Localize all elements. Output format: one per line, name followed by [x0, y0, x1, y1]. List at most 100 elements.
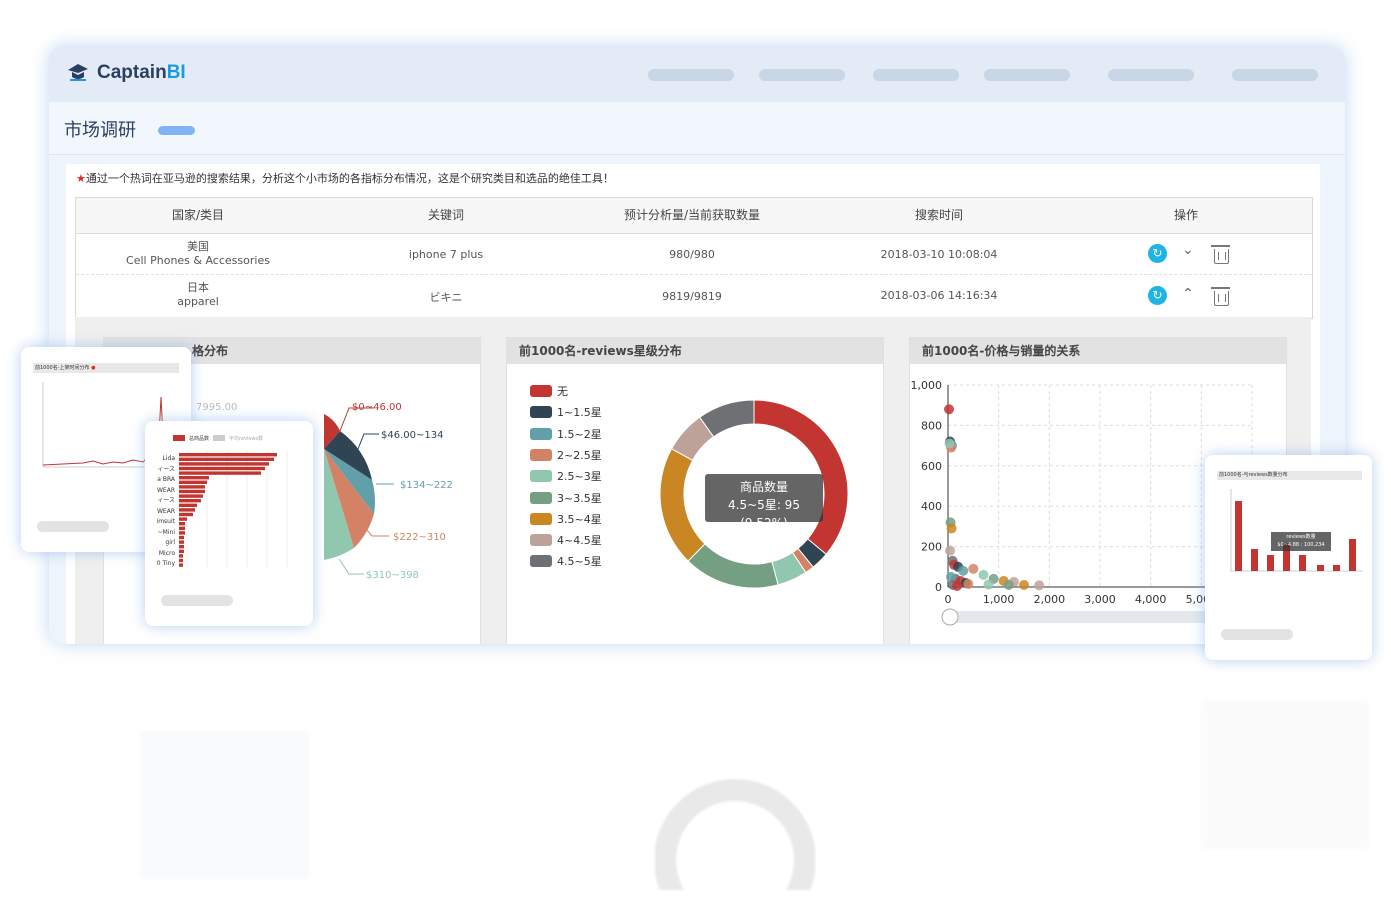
scatter-point[interactable] [1034, 580, 1045, 591]
bar[interactable] [179, 558, 183, 563]
keyword-bar-chart [179, 451, 288, 567]
legend-item[interactable]: 4~4.5星 [530, 532, 602, 548]
logo[interactable]: CaptainBI [65, 60, 186, 86]
legend-item[interactable]: 3~3.5星 [530, 490, 602, 506]
legend-item[interactable]: 2~2.5星 [530, 447, 602, 463]
legend-item[interactable]: 3.5~4星 [530, 511, 602, 527]
bar-label: WEAR [157, 486, 175, 494]
bar[interactable] [179, 549, 184, 553]
top-nav-bar: CaptainBI [49, 46, 1345, 102]
bar[interactable] [179, 535, 184, 540]
chart-legend: 总商品数 平均reviews数 [173, 435, 263, 442]
legend-item[interactable]: 无 [530, 383, 568, 399]
bar[interactable] [179, 503, 197, 507]
scatter-point[interactable] [978, 569, 989, 580]
scatter-point[interactable] [952, 580, 963, 591]
donut-slice[interactable] [687, 543, 779, 589]
refresh-icon[interactable]: ↻ [1148, 286, 1167, 305]
chevron-down-icon[interactable]: ⌄ [1182, 242, 1194, 258]
scatter-point[interactable] [945, 545, 956, 556]
bar[interactable] [179, 563, 183, 567]
bar[interactable] [179, 480, 207, 484]
card-placeholder [37, 521, 109, 532]
pie-label: $134~222 [400, 480, 453, 491]
panel-title: 前1000名-价格与销量的关系 [910, 338, 1286, 364]
bar[interactable] [179, 512, 193, 517]
column-header-keyword: 关键词 [427, 208, 464, 222]
bar[interactable] [179, 545, 184, 549]
title-badge [158, 126, 195, 135]
bar[interactable] [179, 499, 201, 503]
scatter-point[interactable] [1003, 579, 1014, 590]
x-tick-label: 0 [945, 593, 952, 606]
donut-slice[interactable] [659, 448, 706, 562]
nav-item[interactable] [759, 69, 845, 81]
column-header-count: 预计分析量/当前获取数量 [623, 208, 761, 222]
bar[interactable] [179, 526, 185, 530]
keyword-bar-card[interactable]: 总商品数 平均reviews数 Lida ィース a BRA WEAR ィース WEAR i… [145, 421, 313, 626]
y-tick-label: 0 [935, 581, 942, 594]
refresh-icon[interactable]: ↻ [1148, 244, 1167, 263]
nav-item[interactable] [1108, 69, 1194, 81]
y-tick-label: 1,000 [911, 379, 943, 392]
bar[interactable] [179, 522, 185, 526]
keyword-cell: ビキニ [429, 291, 463, 304]
nav-item[interactable] [648, 69, 734, 81]
bar[interactable] [179, 471, 261, 475]
chart-tooltip: reviews数量 $0~4.88 : 100,234 [1271, 532, 1331, 551]
bar-label: WEAR [157, 507, 175, 515]
x-tick-label: 2,000 [1034, 593, 1066, 606]
scatter-point[interactable] [944, 404, 955, 415]
scatter-point[interactable] [1019, 579, 1029, 590]
scatter-point[interactable] [958, 565, 969, 576]
bar[interactable] [179, 453, 277, 457]
bar[interactable] [179, 540, 184, 544]
bar[interactable] [179, 476, 209, 480]
slider-handle[interactable] [941, 608, 959, 626]
trash-icon[interactable] [1211, 287, 1230, 306]
card-title: 前1000名-上架时间分布 ● [33, 363, 179, 373]
trash-icon[interactable] [1211, 245, 1230, 264]
bar-label: ィース [157, 465, 175, 473]
scatter-point[interactable] [968, 563, 979, 574]
bar[interactable] [179, 554, 183, 558]
count-cell: 980/980 [669, 248, 715, 261]
scatter-point[interactable] [946, 523, 957, 534]
bar-label: girl [165, 539, 175, 546]
bar-label: ~Mini [157, 528, 175, 536]
bar[interactable] [179, 494, 203, 498]
scatter-point[interactable] [983, 579, 994, 590]
bar-label: a BRA [157, 476, 175, 483]
brand-name: CaptainBI [97, 62, 186, 83]
nav-item[interactable] [873, 69, 959, 81]
legend-item[interactable]: 1.5~2星 [530, 426, 602, 442]
card-title: 前1000名-与reviews数量分布 [1217, 471, 1362, 480]
bar[interactable] [179, 489, 205, 494]
column-header-country: 国家/类目 [171, 208, 225, 222]
bar[interactable] [179, 508, 195, 512]
bar[interactable] [179, 457, 274, 461]
chart-tooltip: 商品数量 4.5~5星: 95 (9.52%) [705, 474, 823, 530]
y-tick-label: 800 [921, 419, 942, 432]
legend-item[interactable]: 1~1.5星 [530, 404, 602, 420]
pie-label: $310~398 [366, 570, 419, 581]
legend-item[interactable]: 4.5~5星 [530, 553, 602, 569]
card-placeholder [161, 595, 233, 606]
x-tick-label: 4,000 [1135, 593, 1167, 606]
pie-label: $222~310 [393, 532, 446, 543]
nav-item[interactable] [1232, 69, 1318, 81]
scatter-point[interactable] [963, 578, 974, 589]
bar[interactable] [179, 466, 265, 471]
reviews-bar-card[interactable]: 前1000名-与reviews数量分布 reviews数量 $0~4.88 : 1… [1205, 455, 1372, 660]
legend-item[interactable]: 2.5~3星 [530, 468, 602, 484]
bar[interactable] [179, 485, 205, 489]
keyword-cell: iphone 7 plus [408, 248, 484, 261]
bar[interactable] [179, 462, 269, 466]
bar[interactable] [179, 517, 187, 521]
zoom-slider[interactable] [946, 611, 1246, 623]
chevron-up-icon[interactable]: ⌃ [1182, 286, 1194, 302]
nav-item[interactable] [984, 69, 1070, 81]
x-tick-label: 3,000 [1084, 593, 1116, 606]
scatter-point[interactable] [944, 438, 955, 449]
bar[interactable] [179, 531, 185, 535]
